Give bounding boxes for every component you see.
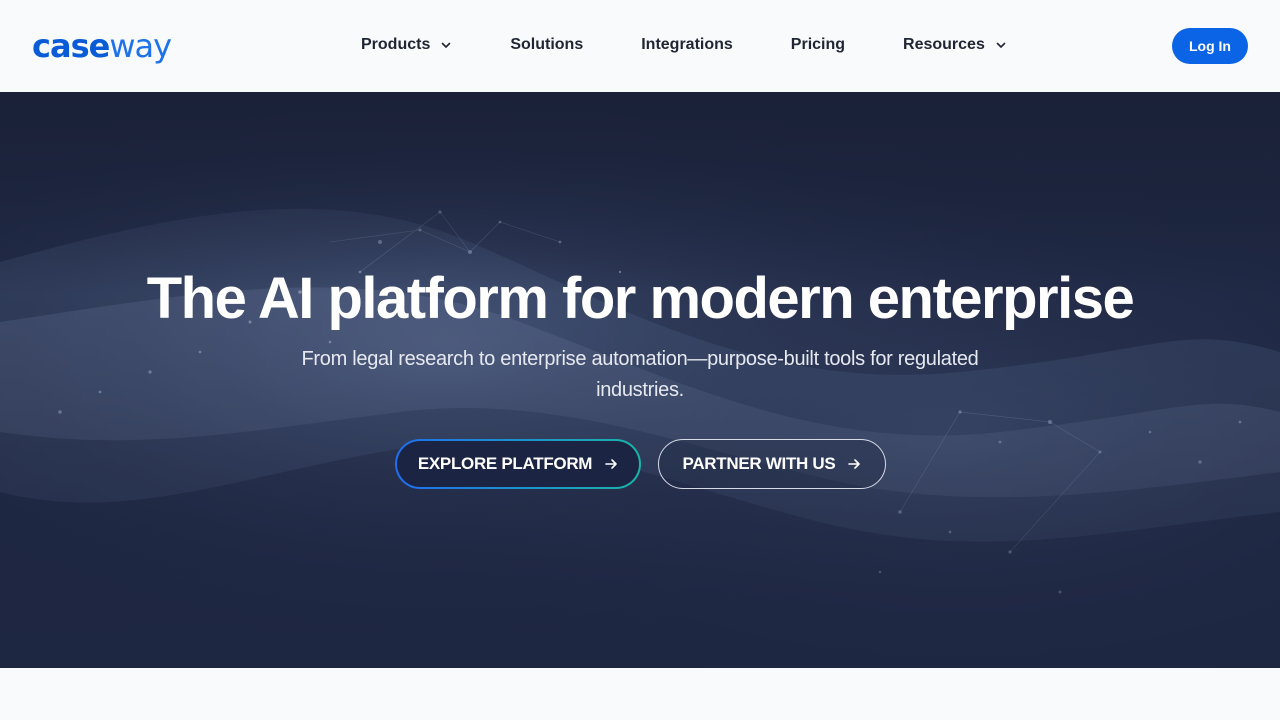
nav-label-resources: Resources: [903, 36, 985, 53]
partner-with-us-label: PARTNER WITH US: [682, 454, 836, 473]
nav-item-resources[interactable]: Resources: [903, 36, 1007, 54]
main-nav: Products Solutions Integrations Pricing …: [361, 30, 1007, 60]
nav-label-integrations: Integrations: [641, 36, 733, 53]
login-button[interactable]: Log In: [1172, 28, 1248, 64]
arrow-right-icon: [605, 459, 617, 469]
hero-subtitle: From legal research to enterprise automa…: [301, 348, 979, 401]
nav-item-products[interactable]: Products: [361, 36, 452, 54]
nav-item-solutions[interactable]: Solutions: [510, 36, 583, 54]
explore-platform-button[interactable]: EXPLORE PLATFORM: [395, 439, 641, 489]
nav-label-products: Products: [361, 36, 431, 53]
nav-label-pricing: Pricing: [790, 36, 846, 53]
chevron-down-icon: [442, 42, 451, 48]
site-header: caseway Products Solutions Integrations …: [0, 0, 1280, 92]
caseway-logo[interactable]: caseway: [32, 26, 172, 66]
logo-text-light: way: [109, 27, 172, 65]
hero-section: The AI platform for modern enterprise Fr…: [0, 92, 1280, 668]
nav-item-pricing[interactable]: Pricing: [791, 36, 845, 54]
next-section-edge: [0, 668, 1280, 720]
hero-title: The AI platform for modern enterprise: [146, 266, 1135, 331]
nav-label-solutions: Solutions: [510, 36, 584, 53]
arrow-right-icon: [848, 459, 861, 469]
logo-text-bold: case: [32, 27, 110, 65]
chevron-down-icon: [996, 42, 1006, 48]
nav-item-integrations[interactable]: Integrations: [641, 36, 733, 54]
explore-platform-label: EXPLORE PLATFORM: [417, 454, 593, 473]
partner-with-us-button[interactable]: PARTNER WITH US: [658, 439, 886, 489]
